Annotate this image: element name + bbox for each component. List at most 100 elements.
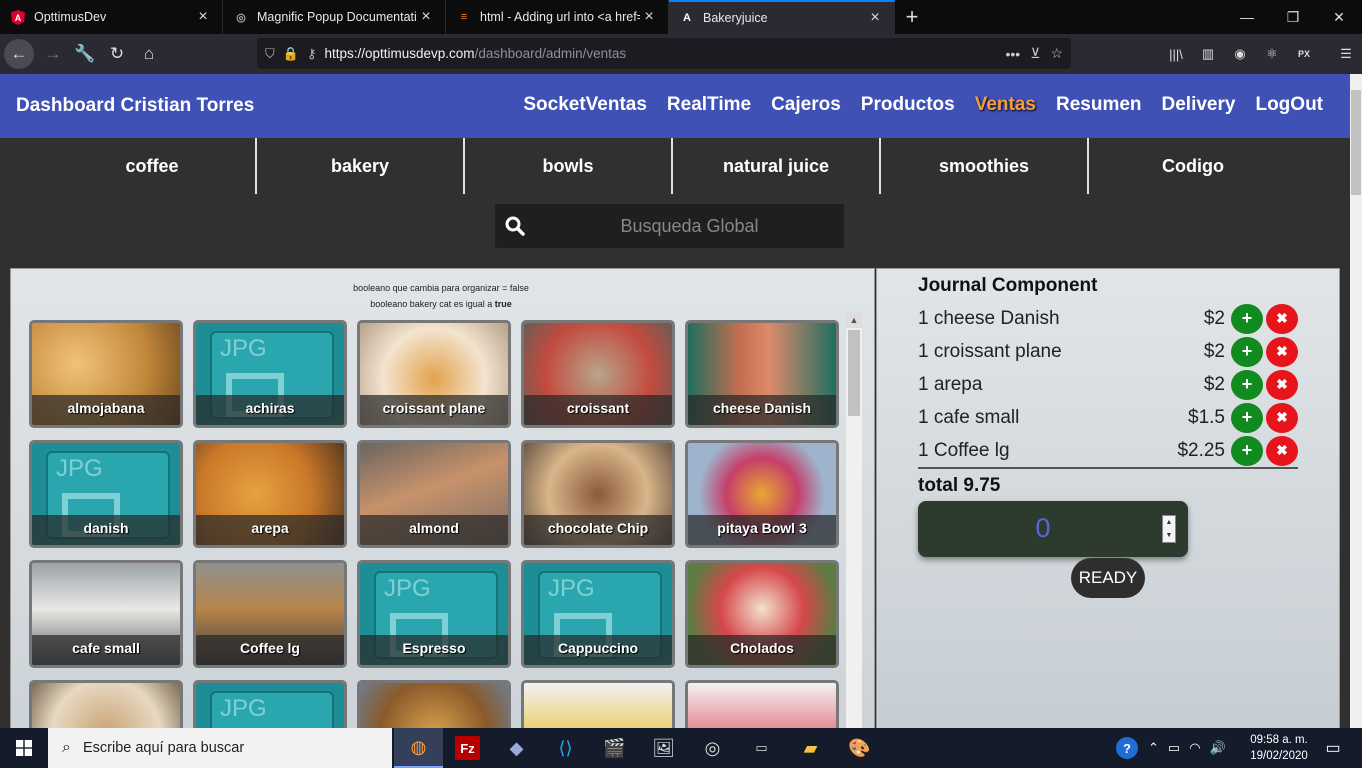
px-extension-icon[interactable]: PX xyxy=(1288,39,1320,69)
wifi-icon[interactable]: ◠ xyxy=(1189,740,1200,756)
restore-icon[interactable]: ❐ xyxy=(1270,0,1316,34)
remove-item-button[interactable]: ✖ xyxy=(1266,369,1298,400)
paint-icon[interactable]: 🎨 xyxy=(835,728,884,768)
category-bowls[interactable]: bowls xyxy=(465,138,673,194)
menu-icon[interactable]: ☰ xyxy=(1330,39,1362,69)
add-item-button[interactable]: + xyxy=(1231,369,1263,400)
browser-tab[interactable]: ◎ Magnific Popup Documentation × xyxy=(223,0,446,34)
remove-item-button[interactable]: ✖ xyxy=(1266,402,1298,433)
browser-tab-active[interactable]: A Bakeryjuice × xyxy=(669,0,895,34)
vscode-icon[interactable]: ⟨⟩ xyxy=(541,728,590,768)
taskbar-search-input[interactable]: Escribe aquí para buscar xyxy=(83,740,244,756)
global-search[interactable]: Busqueda Global xyxy=(495,204,844,248)
search-icon[interactable] xyxy=(495,216,535,236)
product-card[interactable]: Coffee lg xyxy=(193,560,347,668)
firefox-icon[interactable]: ◍ xyxy=(394,728,443,768)
add-item-button[interactable]: + xyxy=(1231,336,1263,367)
stickynotes-icon[interactable]: ◆ xyxy=(492,728,541,768)
page-scrollbar[interactable] xyxy=(1350,74,1362,728)
library-icon[interactable]: |||\ xyxy=(1160,39,1192,69)
product-card[interactable]: cafe small xyxy=(29,560,183,668)
more-icon[interactable]: ••• xyxy=(1005,46,1020,62)
taskbar-clock[interactable]: 09:58 a. m. 19/02/2020 xyxy=(1246,732,1312,764)
product-card[interactable]: JPG Cappuccino xyxy=(521,560,675,668)
nav-socketventas[interactable]: SocketVentas xyxy=(523,94,647,116)
account-icon[interactable]: ◉ xyxy=(1224,39,1256,69)
url-bar[interactable]: ⛉ 🔒 ⚷ https://opttimusdevp.com/dashboard… xyxy=(257,38,1071,69)
shield-icon[interactable]: ⛉ xyxy=(265,46,275,62)
sidebar-icon[interactable]: ▥ xyxy=(1192,39,1224,69)
notifications-icon[interactable]: ▭ xyxy=(1318,728,1348,768)
product-card[interactable]: almond xyxy=(357,440,511,548)
close-icon[interactable]: × xyxy=(866,9,884,27)
chevron-up-icon[interactable]: ⌃ xyxy=(1148,740,1159,756)
product-card[interactable]: croissant plane xyxy=(357,320,511,428)
taskbar-search[interactable]: ⌕ Escribe aquí para buscar xyxy=(48,728,392,768)
disc-icon[interactable]: ◎ xyxy=(688,728,737,768)
back-icon[interactable]: ← xyxy=(4,39,34,69)
add-item-button[interactable]: + xyxy=(1231,303,1263,334)
add-item-button[interactable]: + xyxy=(1231,402,1263,433)
windows-start-icon[interactable] xyxy=(0,728,48,768)
product-card[interactable] xyxy=(29,680,183,728)
scroll-thumb[interactable] xyxy=(848,330,860,416)
nav-logout[interactable]: LogOut xyxy=(1255,94,1323,116)
remove-item-button[interactable]: ✖ xyxy=(1266,336,1298,367)
remove-item-button[interactable]: ✖ xyxy=(1266,435,1298,466)
dashboard-brand[interactable]: Dashboard Cristian Torres xyxy=(16,95,254,117)
bookmark-star-icon[interactable]: ☆ xyxy=(1050,45,1063,62)
product-card[interactable]: JPG Espresso xyxy=(357,560,511,668)
category-smoothies[interactable]: smoothies xyxy=(881,138,1089,194)
stepper-up-icon[interactable]: ▲ xyxy=(1163,516,1175,529)
nav-cajeros[interactable]: Cajeros xyxy=(771,94,841,116)
products-scrollbar[interactable]: ▲ xyxy=(846,312,862,728)
nav-realtime[interactable]: RealTime xyxy=(667,94,751,116)
quantity-value[interactable]: 0 xyxy=(918,513,1168,544)
volume-icon[interactable]: 🔊 xyxy=(1210,740,1226,756)
wrench-icon[interactable]: 🔧 xyxy=(70,39,100,69)
category-bakery[interactable]: bakery xyxy=(257,138,465,194)
close-icon[interactable]: × xyxy=(417,8,435,26)
product-card[interactable]: JPG danish xyxy=(29,440,183,548)
product-card[interactable]: arepa xyxy=(193,440,347,548)
reload-icon[interactable]: ↻ xyxy=(102,39,132,69)
minimize-icon[interactable]: — xyxy=(1224,0,1270,34)
product-card[interactable]: pitaya Bowl 3 xyxy=(685,440,839,548)
category-codigo[interactable]: Codigo xyxy=(1089,138,1297,194)
scroll-up-icon[interactable]: ▲ xyxy=(846,312,862,328)
page-scroll-thumb[interactable] xyxy=(1351,90,1361,195)
react-devtools-icon[interactable]: ⚛ xyxy=(1256,39,1288,69)
quantity-stepper[interactable]: ▲ ▼ xyxy=(1162,515,1176,543)
lock-icon[interactable]: 🔒 xyxy=(283,46,299,62)
ready-button[interactable]: READY xyxy=(1071,558,1145,598)
product-card[interactable] xyxy=(357,680,511,728)
category-coffee[interactable]: coffee xyxy=(49,138,257,194)
new-tab-icon[interactable]: + xyxy=(895,0,929,34)
product-card[interactable]: JPG xyxy=(193,680,347,728)
clapperboard-icon[interactable]: 🎬 xyxy=(590,728,639,768)
filezilla-icon[interactable]: Fz xyxy=(455,736,480,760)
battery-icon[interactable]: ▭ xyxy=(1168,740,1180,756)
product-card[interactable] xyxy=(521,680,675,728)
product-card[interactable] xyxy=(685,680,839,728)
photos-icon[interactable]: 🖼 xyxy=(639,728,688,768)
terminal-icon[interactable]: ▭ xyxy=(737,728,786,768)
browser-tab[interactable]: ≡ html - Adding url into <a href= × xyxy=(446,0,669,34)
nav-resumen[interactable]: Resumen xyxy=(1056,94,1142,116)
close-icon[interactable]: × xyxy=(194,8,212,26)
file-explorer-icon[interactable]: ▰ xyxy=(786,728,835,768)
nav-delivery[interactable]: Delivery xyxy=(1162,94,1236,116)
pocket-icon[interactable]: ⊻ xyxy=(1030,45,1040,62)
remove-item-button[interactable]: ✖ xyxy=(1266,303,1298,334)
nav-ventas[interactable]: Ventas xyxy=(975,94,1036,116)
category-natural-juice[interactable]: natural juice xyxy=(673,138,881,194)
close-icon[interactable]: × xyxy=(640,8,658,26)
product-card[interactable]: cheese Danish xyxy=(685,320,839,428)
forward-icon[interactable]: → xyxy=(38,39,68,69)
add-item-button[interactable]: + xyxy=(1231,435,1263,466)
search-input[interactable]: Busqueda Global xyxy=(535,216,844,237)
stepper-down-icon[interactable]: ▼ xyxy=(1163,529,1175,542)
product-card[interactable]: croissant xyxy=(521,320,675,428)
browser-tab[interactable]: A OpttimusDev × xyxy=(0,0,223,34)
product-card[interactable]: Cholados xyxy=(685,560,839,668)
